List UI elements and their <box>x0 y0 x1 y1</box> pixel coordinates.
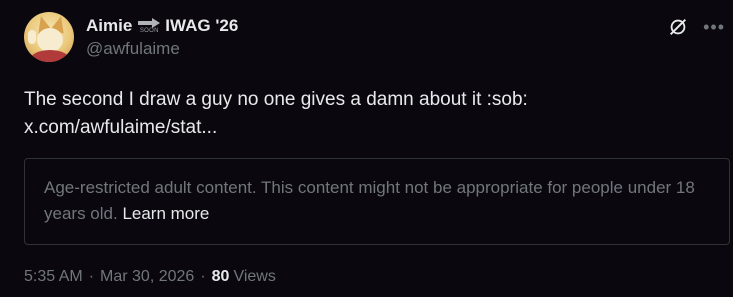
tweet-link[interactable]: x.com/awfulaime/stat... <box>24 117 217 138</box>
learn-more-link[interactable]: Learn more <box>122 204 209 223</box>
display-name-prefix: Aimie <box>86 16 133 35</box>
warning-text-block: Age-restricted adult content. This conte… <box>44 175 710 227</box>
top-actions: ••• <box>667 16 725 38</box>
tweet-footer: 5:35 AM · Mar 30, 2026 · 80 Views <box>24 268 276 286</box>
separator: · <box>88 268 95 285</box>
display-name-row[interactable]: Aimie SOON IWAG '26 <box>86 15 238 37</box>
separator: · <box>200 268 206 285</box>
author-names: Aimie SOON IWAG '26 @awfulaime <box>86 15 238 59</box>
soon-badge: SOON <box>137 15 161 37</box>
views-count: 80 <box>211 268 230 285</box>
tweet-text: The second I draw a guy no one gives a d… <box>24 86 714 142</box>
badge-text: SOON <box>139 28 159 34</box>
display-name-suffix: IWAG '26 <box>165 16 239 35</box>
avatar-hand <box>28 30 36 44</box>
author-handle[interactable]: @awfulaime <box>86 39 238 59</box>
views-label: Views <box>233 268 276 285</box>
tweet-header: Aimie SOON IWAG '26 @awfulaime <box>24 12 238 66</box>
avatar[interactable] <box>24 12 74 62</box>
arrow-right-icon <box>138 18 161 28</box>
tweet-time[interactable]: 5:35 AM <box>24 268 83 286</box>
content-warning: Age-restricted adult content. This conte… <box>24 158 730 245</box>
tweet-date[interactable]: Mar 30, 2026 <box>100 268 194 286</box>
avatar-shirt <box>30 50 70 62</box>
tweet-card: Aimie SOON IWAG '26 @awfulaime ••• The s… <box>0 0 733 297</box>
tweet-body: The second I draw a guy no one gives a d… <box>24 89 528 110</box>
avatar-face <box>37 28 63 52</box>
x-logo-icon[interactable] <box>667 16 689 38</box>
more-options-icon[interactable]: ••• <box>703 18 725 36</box>
